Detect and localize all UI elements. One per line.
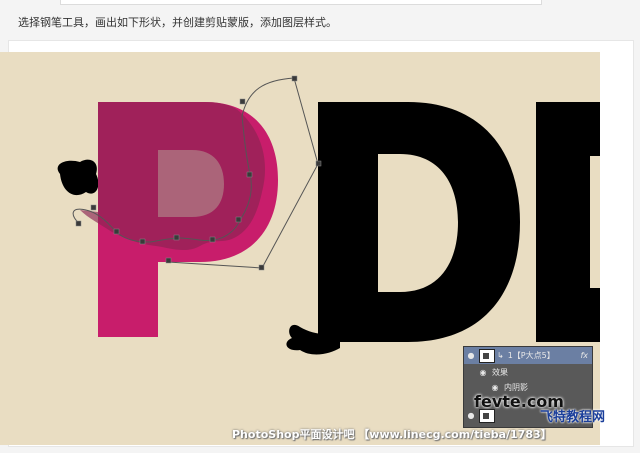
layer-thumbnail: [479, 348, 495, 363]
layer-name: 1【P大点5】: [507, 351, 555, 360]
black-blob-left: [57, 159, 99, 196]
clip-arrow-icon: ↳: [497, 351, 504, 360]
fx-icon[interactable]: fx: [580, 351, 588, 360]
watermark-url: PhotoShop平面设计吧 【www.linecg.com/tieba/178…: [232, 428, 552, 441]
instruction-text: 选择钢笔工具，画出如下形状，并创建剪贴蒙版，添加图层样式。: [18, 16, 337, 29]
top-input-box: [60, 0, 542, 5]
p-overlay-shape: [80, 102, 266, 251]
letter-d-partial-counter: [590, 156, 600, 288]
eye-icon[interactable]: ◉: [478, 368, 488, 377]
eye-icon[interactable]: ◉: [490, 383, 500, 392]
letter-d: [318, 102, 520, 342]
layer-row-selected[interactable]: ● ↳ 1【P大点5】 fx: [464, 347, 592, 364]
effects-label: 效果: [492, 368, 508, 377]
eye-icon[interactable]: ●: [466, 351, 476, 360]
eye-icon[interactable]: ●: [466, 411, 476, 420]
watermark-cn: 飞特教程网: [540, 410, 606, 425]
